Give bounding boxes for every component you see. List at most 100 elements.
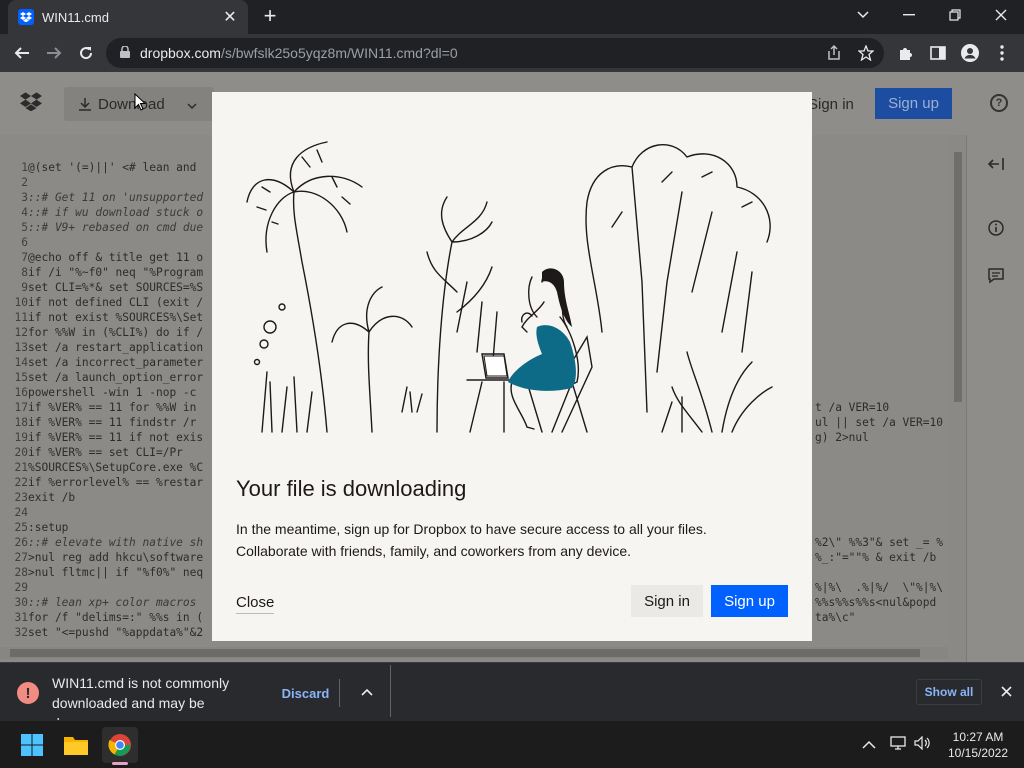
code-line: 26::# elevate with native sh — [8, 535, 204, 550]
windows-taskbar: 10:27 AM 10/15/2022 — [0, 720, 1024, 768]
code-line-right: %%s%%s%%s<nul&popd — [815, 596, 937, 609]
line-text: for /f "delims=:" %%s in ( — [28, 611, 204, 624]
bookmark-star-icon[interactable] — [852, 39, 880, 67]
code-line: 3::# Get 11 on 'unsupported — [8, 190, 203, 205]
download-button-label: Download — [98, 95, 165, 113]
network-icon[interactable] — [890, 736, 906, 753]
line-number: 23 — [14, 491, 28, 504]
extensions-icon[interactable] — [892, 39, 920, 67]
line-number: 29 — [14, 581, 28, 594]
menu-dots-icon[interactable] — [988, 39, 1016, 67]
file-explorer-icon[interactable] — [58, 727, 94, 763]
code-line: 32set "<=pushd "%appdata%"&2 — [8, 625, 204, 640]
close-window-icon[interactable] — [978, 0, 1024, 30]
header-signin-link[interactable]: Sign in — [808, 96, 854, 113]
line-text: @echo off & title get 11 o — [28, 251, 204, 264]
line-text: %SOURCES%\SetupCore.exe %C — [28, 461, 204, 474]
code-line: 9set CLI=%*& set SOURCES=%S — [8, 280, 203, 295]
code-lines-right: t /a VER=10 ul || set /a VER=10 g) 2>nul %… — [815, 400, 943, 625]
line-text: powershell -win 1 -nop -c — [28, 386, 197, 399]
line-number: 26 — [14, 536, 28, 549]
close-download-bar-icon[interactable] — [996, 681, 1016, 701]
line-text: :setup — [28, 521, 69, 534]
close-tab-icon[interactable]: ✕ — [222, 9, 238, 26]
code-line: 15set /a launch_option_error — [8, 370, 204, 385]
chevron-up-icon[interactable] — [356, 681, 378, 703]
code-line: 14set /a incorrect_parameter — [8, 355, 204, 370]
code-line-right: %|%\ .%|%/ \"%|%\ — [815, 581, 943, 594]
side-panel-icon[interactable] — [924, 39, 952, 67]
horizontal-scrollbar[interactable] — [10, 649, 920, 657]
line-number: 16 — [14, 386, 28, 399]
line-text: ::# Get 11 on 'unsupported — [28, 191, 204, 204]
show-hidden-icons-icon[interactable] — [862, 736, 876, 752]
code-line-right — [815, 475, 943, 490]
share-icon[interactable] — [820, 39, 848, 67]
code-line: 21%SOURCES%\SetupCore.exe %C — [8, 460, 204, 475]
reload-icon[interactable] — [72, 39, 100, 67]
code-line: 24 — [8, 505, 203, 520]
help-icon[interactable]: ? — [990, 94, 1008, 112]
code-line: 19if %VER% == 11 if not exis — [8, 430, 204, 445]
download-modal: Your file is downloading In the meantime… — [212, 92, 812, 641]
code-line: 4::# if wu download stuck o — [8, 205, 203, 220]
code-line-right — [815, 445, 943, 460]
start-windows-icon[interactable] — [14, 727, 50, 763]
code-line: 10if not defined CLI (exit / — [8, 295, 204, 310]
line-number: 15 — [14, 371, 28, 384]
minimize-icon[interactable] — [886, 0, 932, 30]
warning-icon: ! — [17, 682, 39, 704]
line-number: 6 — [21, 236, 28, 249]
line-number: 32 — [14, 626, 28, 639]
chevron-down-icon[interactable] — [187, 96, 197, 113]
back-icon[interactable] — [8, 39, 36, 67]
system-clock[interactable]: 10:27 AM 10/15/2022 — [940, 729, 1016, 761]
divider — [390, 665, 391, 717]
modal-description: In the meantime, sign up for Dropbox to … — [236, 521, 707, 559]
line-text: set /a restart_application — [28, 341, 204, 354]
line-text: if %VER% == set CLI=/Pr — [28, 446, 183, 459]
volume-icon[interactable] — [914, 735, 932, 753]
code-line-right — [815, 460, 943, 475]
forward-icon[interactable] — [40, 39, 68, 67]
show-all-button[interactable]: Show all — [916, 679, 982, 705]
header-signup-button[interactable]: Sign up — [875, 88, 952, 119]
info-icon[interactable] — [987, 219, 1005, 237]
line-text: set /a launch_option_error — [28, 371, 204, 384]
line-number: 20 — [14, 446, 28, 459]
code-line-right: ul || set /a VER=10 — [815, 416, 943, 429]
restore-icon[interactable] — [932, 0, 978, 30]
code-line-right: %2\" %%3"& set _= % — [815, 536, 943, 549]
download-bar: ! WIN11.cmd is not commonly downloaded a… — [0, 662, 1024, 731]
code-line: 8if /i "%~f0" neq "%Program — [8, 265, 203, 280]
vertical-scrollbar[interactable] — [954, 152, 962, 402]
profile-avatar-icon[interactable] — [956, 39, 984, 67]
modal-signup-button[interactable]: Sign up — [711, 585, 788, 617]
new-tab-button[interactable]: + — [258, 5, 282, 29]
code-line: 1@(set '(=)||' <# lean and — [8, 160, 203, 175]
line-text: if %VER% == 11 if not exis — [28, 431, 204, 444]
line-number: 7 — [21, 251, 28, 264]
line-text: if /i "%~f0" neq "%Program — [28, 266, 204, 279]
modal-signin-button[interactable]: Sign in — [631, 585, 703, 617]
address-bar[interactable]: dropbox.com/s/bwfslk25o5yqz8m/WIN11.cmd?… — [106, 38, 884, 68]
line-number: 22 — [14, 476, 28, 489]
line-text: @(set '(=)||' <# lean and — [28, 161, 197, 174]
line-text: set CLI=%*& set SOURCES=%S — [28, 281, 204, 294]
tab-strip: WIN11.cmd ✕ + — [0, 0, 1024, 34]
tab-search-icon[interactable] — [840, 0, 886, 30]
comment-icon[interactable] — [987, 267, 1005, 285]
collapse-panel-icon[interactable] — [987, 155, 1005, 173]
chrome-icon[interactable] — [102, 727, 138, 763]
discard-button[interactable]: Discard — [272, 679, 340, 707]
clock-date: 10/15/2022 — [947, 746, 1009, 760]
line-text: ::# elevate with native sh — [28, 536, 204, 549]
browser-tab[interactable]: WIN11.cmd ✕ — [8, 0, 248, 34]
code-line-right — [815, 520, 943, 535]
dropbox-logo-icon[interactable] — [20, 92, 42, 116]
line-text: if %VER% == 11 for %%W in — [28, 401, 197, 414]
modal-close-link[interactable]: Close — [236, 594, 275, 614]
illustration-image — [246, 141, 773, 433]
line-text: >nul reg add hkcu\software — [28, 551, 204, 564]
line-number: 3 — [21, 191, 28, 204]
